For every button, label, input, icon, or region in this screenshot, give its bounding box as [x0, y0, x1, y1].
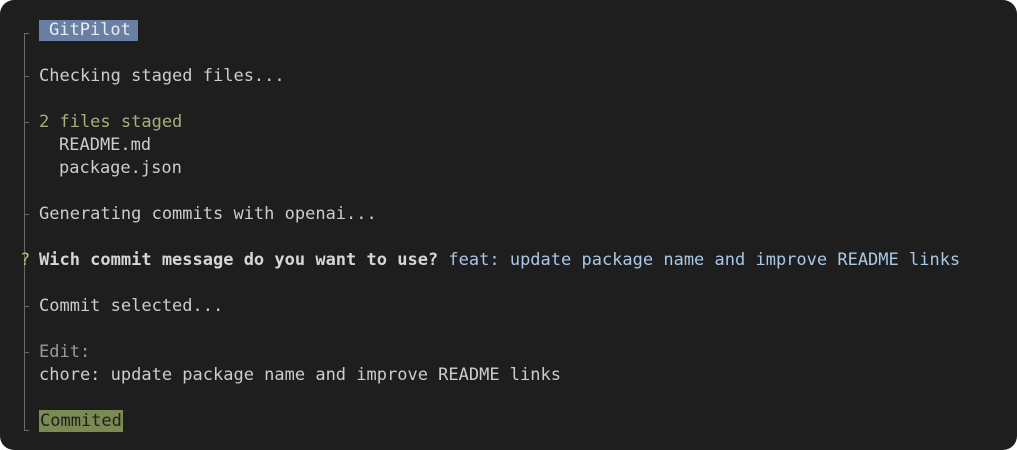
prompt-marker-icon: ?	[20, 250, 31, 270]
checking-text: Checking staged files...	[39, 66, 285, 86]
prompt-line: ? Wich commit message do you want to use…	[0, 249, 1017, 272]
log-line-generating: Generating commits with openai...	[0, 203, 377, 226]
edit-commit-message-input[interactable]: chore: update package name and improve R…	[39, 364, 561, 387]
staged-count-text: 2 files staged	[39, 112, 183, 132]
tree-corner-top	[24, 33, 29, 34]
staged-file-item: package.json	[0, 157, 182, 180]
app-title-badge: GitPilot	[39, 20, 138, 41]
selected-text: Commit selected...	[39, 296, 224, 316]
terminal-window: GitPilot Checking staged files... 2 file…	[0, 0, 1017, 450]
log-line-selected: Commit selected...	[0, 295, 223, 318]
log-line-checking: Checking staged files...	[0, 65, 285, 88]
edit-label: Edit:	[39, 342, 91, 362]
staged-file-item: README.md	[0, 134, 151, 157]
log-line-staged: 2 files staged	[0, 111, 182, 134]
generating-text: Generating commits with openai...	[39, 204, 377, 224]
edit-label-line: Edit:	[0, 341, 90, 364]
prompt-wrapper: Wich commit message do you want to use? …	[39, 249, 960, 272]
staged-file-name: README.md	[59, 135, 152, 155]
done-badge: Commited	[39, 410, 123, 432]
staged-file-name: package.json	[59, 158, 182, 178]
prompt-question: Wich commit message do you want to use?	[39, 250, 439, 270]
done-line: Commited	[0, 410, 123, 433]
prompt-answer: feat: update package name and improve RE…	[448, 250, 961, 270]
edit-input-line[interactable]: chore: update package name and improve R…	[0, 364, 1017, 387]
